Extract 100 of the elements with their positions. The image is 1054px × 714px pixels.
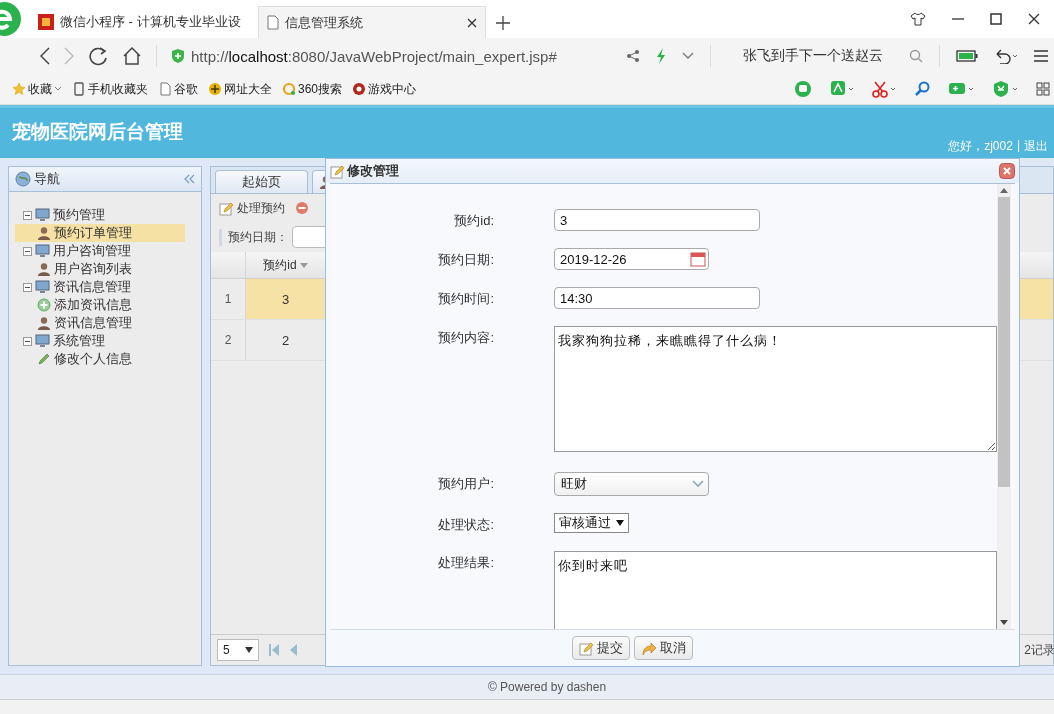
collapse-icon[interactable] — [23, 246, 32, 256]
search-suggestion[interactable]: 张飞到手下一个送赵云 — [743, 47, 893, 65]
toolbar-button[interactable]: 处理预约 — [219, 199, 285, 217]
column-header[interactable]: 预约id — [246, 252, 325, 278]
record-count: 2记录 — [1024, 641, 1054, 659]
dialog-title: 修改管理 — [347, 162, 400, 180]
tree-item[interactable]: 资讯信息管理 — [15, 314, 185, 332]
dropdown-caret-icon — [245, 647, 253, 653]
sort-caret-icon — [299, 262, 308, 268]
collapse-panel-icon[interactable] — [183, 174, 195, 184]
app-title: 宠物医院网后台管理 — [12, 120, 183, 144]
circle-icon[interactable] — [352, 82, 367, 96]
date-field[interactable]: 2019-12-26 — [554, 248, 709, 270]
new-tab-icon[interactable] — [496, 16, 510, 30]
favicon-icon — [38, 14, 54, 30]
separator-text: | — [1016, 138, 1020, 154]
scrollbar[interactable] — [997, 184, 1011, 629]
share-icon[interactable] — [626, 49, 640, 63]
person-icon — [37, 316, 51, 330]
chat-icon[interactable] — [794, 80, 812, 98]
bookmark-link[interactable]: 网址大全 — [224, 80, 272, 98]
maximize-icon[interactable] — [990, 13, 1002, 25]
scissors-icon[interactable] — [872, 80, 896, 98]
ring-icon[interactable] — [282, 82, 296, 96]
field-label: 预约日期: — [437, 251, 494, 269]
dialog-button[interactable]: 提交 — [572, 636, 630, 660]
magnifier-icon[interactable] — [914, 81, 930, 97]
footer-text: © Powered by dashen — [487, 680, 607, 694]
page-size-select[interactable]: 5 — [217, 639, 259, 661]
collapse-icon[interactable] — [23, 282, 32, 292]
browser-tab[interactable]: 微信小程序 - 计算机专业毕业设 — [30, 6, 258, 38]
scroll-up-icon — [1000, 188, 1008, 193]
tab-close-icon[interactable] — [467, 17, 477, 28]
status-select[interactable]: 审核通过 — [554, 513, 629, 533]
star-icon[interactable] — [12, 82, 26, 96]
greeting-text: 您好，zj002 — [948, 138, 1013, 155]
field-label: 预约用户: — [437, 475, 494, 493]
person-icon — [37, 226, 51, 240]
dropdown-caret-icon — [616, 520, 624, 526]
page-icon — [267, 15, 279, 30]
refresh-icon[interactable] — [88, 46, 108, 66]
search-icon[interactable] — [909, 49, 923, 63]
lightning-icon[interactable] — [656, 48, 666, 64]
remove-icon[interactable] — [295, 201, 309, 215]
chevron-down-icon — [692, 480, 704, 488]
collapse-icon[interactable] — [23, 210, 32, 220]
monitor-icon — [35, 280, 50, 294]
bookmark-link[interactable]: 360搜索 — [298, 80, 343, 98]
tree-node-label[interactable]: 资讯信息管理 — [53, 278, 131, 296]
grid-icon[interactable] — [1036, 82, 1050, 96]
field-label: 预约内容: — [437, 329, 494, 347]
chevron-down-icon[interactable] — [682, 52, 694, 60]
scroll-down-icon — [1000, 620, 1008, 625]
bookmark-link[interactable]: 收藏 — [28, 80, 52, 98]
tree-item[interactable]: 添加资讯信息 — [15, 296, 185, 314]
combo-box[interactable]: 旺财 — [554, 472, 709, 496]
url-text[interactable]: http://localhost:8080/JavaWebProject/main_expert.jsp# — [191, 47, 557, 65]
caret-icon[interactable] — [54, 86, 62, 92]
undo-arrow-icon — [641, 640, 657, 656]
tree-node-label[interactable]: 用户咨询管理 — [53, 242, 131, 260]
phone-icon[interactable] — [72, 82, 86, 96]
menu-icon[interactable] — [1034, 49, 1048, 63]
calendar-icon[interactable] — [690, 251, 706, 267]
undo-icon[interactable] — [994, 48, 1018, 64]
scroll-thumb[interactable] — [998, 197, 1010, 487]
tree-node-label[interactable]: 系统管理 — [53, 332, 105, 350]
page-icon[interactable] — [158, 82, 172, 96]
back-icon[interactable] — [40, 47, 50, 65]
field-label: 预约时间: — [437, 290, 494, 308]
plus-circle-icon[interactable] — [208, 82, 222, 96]
shirt-icon[interactable] — [910, 12, 926, 26]
text-area[interactable]: 我家狗狗拉稀，来瞧瞧得了什么病！ — [554, 326, 997, 452]
home-icon[interactable] — [122, 46, 142, 66]
edit-icon — [579, 640, 594, 656]
monitor-icon — [35, 334, 50, 348]
battery-icon[interactable] — [956, 50, 978, 62]
content-tab[interactable]: 起始页 — [215, 170, 308, 193]
bookmark-link[interactable]: 游戏中心 — [368, 80, 417, 98]
dialog-button[interactable]: 取消 — [634, 636, 693, 660]
field-label: 处理结果: — [437, 554, 494, 572]
bookmark-link[interactable]: 谷歌 — [174, 80, 198, 98]
tree-item[interactable]: 用户咨询列表 — [15, 260, 185, 278]
tree-node-label[interactable]: 预约管理 — [53, 206, 105, 224]
tree-item[interactable]: 预约订单管理 — [15, 224, 185, 242]
table-cell-text: 2 — [280, 331, 291, 350]
browser-tab[interactable]: 信息管理系统 — [258, 6, 486, 38]
bookmark-link[interactable]: 手机收藏夹 — [88, 80, 148, 98]
edit-icon — [219, 200, 234, 216]
collapse-icon[interactable] — [23, 336, 32, 346]
pencil-icon — [37, 352, 51, 366]
person-icon — [37, 262, 51, 276]
input-field[interactable]: 14:30 — [554, 287, 760, 309]
nav-title: 导航 — [34, 170, 61, 188]
text-area[interactable]: 你到时来吧 — [554, 551, 997, 629]
field-label: 处理状态: — [437, 516, 494, 534]
tree-item[interactable]: 修改个人信息 — [15, 350, 185, 368]
input-field[interactable]: 3 — [554, 209, 760, 231]
close-icon[interactable] — [1028, 13, 1040, 25]
globe-icon — [15, 171, 31, 187]
edit-icon — [330, 163, 345, 179]
